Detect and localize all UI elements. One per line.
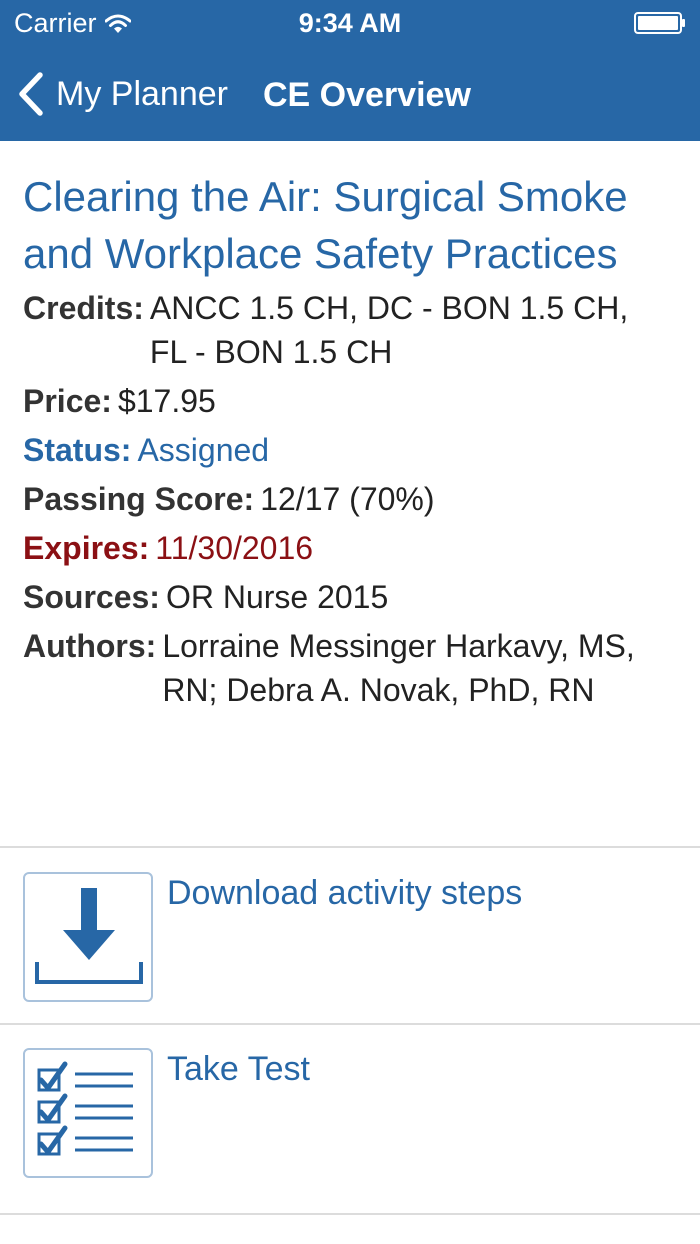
checklist-icon-box [23, 1048, 153, 1178]
course-title: Clearing the Air: Surgical Smoke and Wor… [23, 173, 628, 277]
download-activity-steps-label: Download activity steps [167, 874, 523, 912]
take-test-row[interactable]: Take Test [0, 1024, 700, 1200]
sources-value: OR Nurse 2015 [165, 579, 389, 615]
authors-label: Authors: [23, 628, 157, 664]
back-button[interactable]: My Planner [16, 70, 228, 118]
sources-row: Sources: OR Nurse 2015 [23, 575, 663, 619]
status-value: Assigned [137, 432, 270, 468]
passing-score-label: Passing Score: [23, 481, 255, 517]
authors-value: Lorraine Messinger Harkavy, MS, RN; Debr… [162, 628, 635, 708]
battery-icon [634, 12, 685, 34]
credits-value: ANCC 1.5 CH, DC - BON 1.5 CH, FL - BON 1… [149, 290, 629, 370]
take-test-label: Take Test [167, 1050, 311, 1088]
checklist-icon [37, 1061, 133, 1156]
chevron-left-icon [19, 72, 43, 116]
header: Carrier 9:34 AM My Planner CE Overview [0, 0, 700, 141]
download-icon-box [23, 872, 153, 1002]
sources-label: Sources: [23, 579, 160, 615]
status-bar: Carrier 9:34 AM [0, 0, 700, 46]
nav-title: CE Overview [263, 76, 471, 114]
passing-score-row: Passing Score: 12/17 (70%) [23, 477, 663, 521]
download-activity-steps-row[interactable]: Download activity steps [0, 848, 700, 1024]
status-time: 9:34 AM [298, 8, 402, 38]
divider [0, 1213, 700, 1215]
back-label: My Planner [56, 74, 228, 113]
status-row: Status: Assigned [23, 428, 663, 472]
expires-row: Expires: 11/30/2016 [23, 526, 663, 570]
navigation-bar: My Planner CE Overview [0, 60, 700, 130]
authors-row: Authors: Lorraine Messinger Harkavy, MS,… [23, 624, 663, 712]
price-row: Price: $17.95 [23, 379, 663, 423]
price-label: Price: [23, 383, 112, 419]
credits-label: Credits: [23, 290, 144, 326]
expires-label: Expires: [23, 530, 150, 566]
passing-score-value: 12/17 (70%) [260, 481, 435, 517]
expires-value: 11/30/2016 [155, 530, 314, 566]
status-label: Status: [23, 432, 132, 468]
credits-row: Credits: ANCC 1.5 CH, DC - BON 1.5 CH, F… [23, 286, 663, 374]
price-value: $17.95 [117, 383, 216, 419]
course-details: Clearing the Air: Surgical Smoke and Wor… [23, 168, 663, 717]
download-icon [35, 888, 143, 984]
